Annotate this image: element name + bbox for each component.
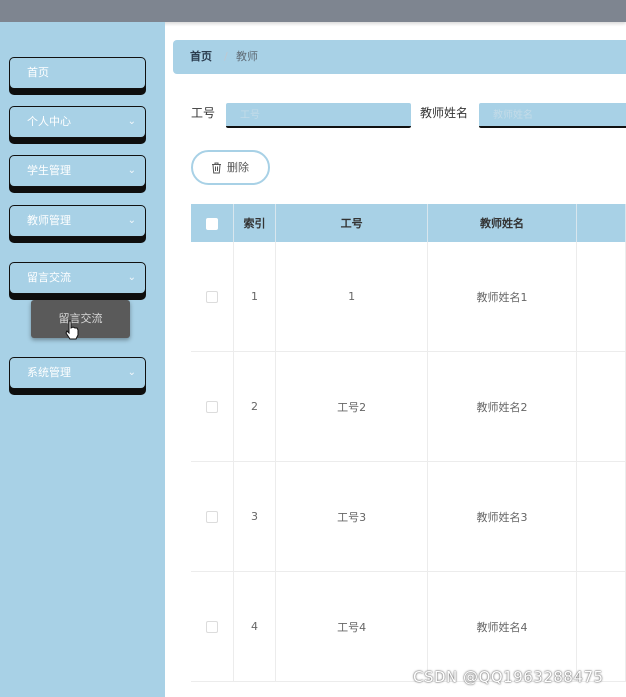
table-row: 1 1 教师姓名1 (191, 242, 626, 352)
sidebar-item-label: 个人中心 (27, 115, 71, 128)
select-all-checkbox[interactable] (205, 217, 218, 230)
row-extra (576, 461, 626, 572)
row-name: 教师姓名4 (427, 571, 578, 682)
sidebar-item-home[interactable]: 首页 (9, 57, 146, 89)
header-extra (576, 204, 626, 242)
row-id: 工号4 (275, 571, 429, 682)
chevron-down-icon: ⌄ (127, 272, 136, 283)
sidebar-item-label: 学生管理 (27, 164, 71, 177)
sidebar-item-student-management[interactable]: 学生管理 ⌄ (9, 155, 146, 187)
id-filter-field (226, 103, 411, 128)
table-row: 4 工号4 教师姓名4 (191, 571, 626, 682)
row-name: 教师姓名1 (427, 242, 578, 352)
name-search-input[interactable] (479, 104, 626, 127)
row-extra (576, 351, 626, 462)
id-filter-label: 工号 (191, 106, 216, 120)
row-id: 工号2 (275, 351, 429, 462)
table-row: 2 工号2 教师姓名2 (191, 351, 626, 462)
name-filter-field (479, 103, 626, 128)
row-id: 工号3 (275, 461, 429, 572)
row-select-cell (191, 461, 234, 572)
watermark: CSDN @QQ1963288475 (413, 668, 604, 686)
breadcrumb-separator: / (224, 50, 228, 63)
trash-icon (212, 162, 221, 174)
chevron-down-icon: ⌄ (127, 215, 136, 226)
hand-cursor-icon (65, 320, 79, 340)
table-header-row: 索引 工号 教师姓名 (191, 204, 626, 242)
header-id: 工号 (275, 204, 429, 242)
row-index: 1 (233, 242, 277, 352)
chevron-down-icon: ⌄ (127, 165, 136, 176)
header-index: 索引 (233, 204, 277, 242)
id-search-input[interactable] (226, 104, 411, 127)
sidebar-item-teacher-management[interactable]: 教师管理 ⌄ (9, 205, 146, 237)
row-index: 2 (233, 351, 277, 462)
sidebar-item-label: 首页 (27, 66, 49, 79)
row-checkbox[interactable] (205, 511, 218, 523)
name-filter-label: 教师姓名 (420, 106, 469, 120)
row-name: 教师姓名2 (427, 351, 578, 462)
breadcrumb-home[interactable]: 首页 (190, 40, 212, 74)
breadcrumb: 首页 / 教师 (173, 40, 626, 74)
delete-button[interactable]: 删除 (191, 150, 270, 185)
breadcrumb-current: 教师 (236, 50, 258, 63)
submenu-item-message-exchange[interactable]: 留言交流 (31, 300, 130, 338)
sidebar-item-label: 教师管理 (27, 214, 71, 227)
teacher-table: 索引 工号 教师姓名 1 1 教师姓名1 2 工号2 教师姓名2 3 工号3 教… (191, 204, 626, 682)
table-row: 3 工号3 教师姓名3 (191, 461, 626, 572)
row-id: 1 (275, 242, 429, 352)
sidebar-item-label: 系统管理 (27, 366, 71, 379)
header-select-all (191, 204, 234, 242)
row-index: 4 (233, 571, 277, 682)
row-checkbox[interactable] (205, 401, 218, 413)
row-checkbox[interactable] (205, 291, 218, 303)
sidebar-item-system-management[interactable]: 系统管理 ⌄ (9, 357, 146, 389)
sidebar-item-message-exchange[interactable]: 留言交流 ⌄ (9, 262, 146, 294)
header-name: 教师姓名 (427, 204, 578, 242)
row-select-cell (191, 242, 234, 352)
sidebar-item-label: 留言交流 (27, 271, 71, 284)
row-index: 3 (233, 461, 277, 572)
row-select-cell (191, 571, 234, 682)
delete-button-label: 删除 (227, 161, 249, 174)
top-bar (0, 0, 626, 22)
sidebar-item-personal-center[interactable]: 个人中心 ⌄ (9, 106, 146, 138)
row-extra (576, 242, 626, 352)
chevron-down-icon: ⌄ (127, 116, 136, 127)
row-select-cell (191, 351, 234, 462)
chevron-down-icon: ⌄ (127, 367, 136, 378)
row-extra (576, 571, 626, 682)
row-name: 教师姓名3 (427, 461, 578, 572)
row-checkbox[interactable] (205, 621, 218, 633)
